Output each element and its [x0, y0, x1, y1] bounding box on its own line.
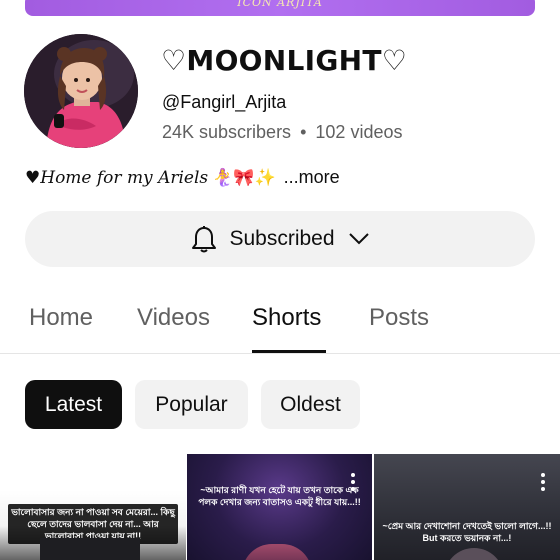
short-image-2	[242, 544, 312, 560]
tab-home[interactable]: Home	[29, 304, 93, 332]
description-more-link[interactable]: ...more	[284, 167, 340, 188]
description-text: ♥Home for my Ariels	[25, 167, 209, 188]
more-options-icon[interactable]	[540, 472, 546, 492]
channel-description[interactable]: ♥Home for my Ariels 🧜‍♀️🎀✨ ...more	[25, 167, 340, 188]
chip-oldest[interactable]: Oldest	[261, 380, 360, 429]
active-tab-indicator	[252, 350, 326, 353]
chip-popular[interactable]: Popular	[135, 380, 248, 429]
tab-posts[interactable]: Posts	[369, 304, 429, 332]
subscribed-label: Subscribed	[229, 227, 335, 250]
chip-latest[interactable]: Latest	[25, 380, 122, 429]
subscriber-count: 24K subscribers	[162, 122, 292, 142]
short-image-3	[444, 548, 504, 560]
channel-name: ♡MOONLIGHT♡	[161, 44, 408, 77]
video-count: 102 videos	[315, 122, 403, 142]
avatar-image	[24, 34, 138, 148]
channel-stats: 24K subscribers • 102 videos	[162, 122, 402, 143]
chevron-down-icon	[348, 233, 369, 245]
channel-avatar[interactable]	[24, 34, 138, 148]
stats-separator: •	[300, 122, 307, 142]
subscribed-button[interactable]: Subscribed	[25, 211, 535, 267]
short-thumbnail-1[interactable]: ভালোবাসার জন্য না পাওয়া সব মেয়েরা... ক…	[0, 454, 186, 560]
more-options-icon[interactable]	[350, 472, 356, 492]
description-emojis: 🧜‍♀️🎀✨	[212, 167, 276, 187]
channel-banner: ICON ARJITA	[25, 0, 535, 16]
short-caption-3: ~প্রেম আর দেখাশোনা দেখতেই ভালো লাগে...!!…	[382, 521, 552, 543]
short-caption-2: ~আমার রাণী যখন হেটে যায় তখন তাকে এক পলক…	[198, 485, 361, 507]
bell-icon	[192, 226, 217, 253]
tab-videos[interactable]: Videos	[137, 304, 210, 332]
short-image-1	[40, 538, 140, 560]
channel-tabs: Home Videos Shorts Posts	[0, 290, 560, 354]
channel-handle: @Fangirl_Arjita	[162, 92, 287, 112]
banner-text: ICON ARJITA	[237, 0, 323, 9]
tab-shorts[interactable]: Shorts	[252, 304, 321, 332]
short-thumbnail-3[interactable]: ~প্রেম আর দেখাশোনা দেখতেই ভালো লাগে...!!…	[374, 454, 560, 560]
short-thumbnail-2[interactable]: ~আমার রাণী যখন হেটে যায় তখন তাকে এক পলক…	[187, 454, 372, 560]
